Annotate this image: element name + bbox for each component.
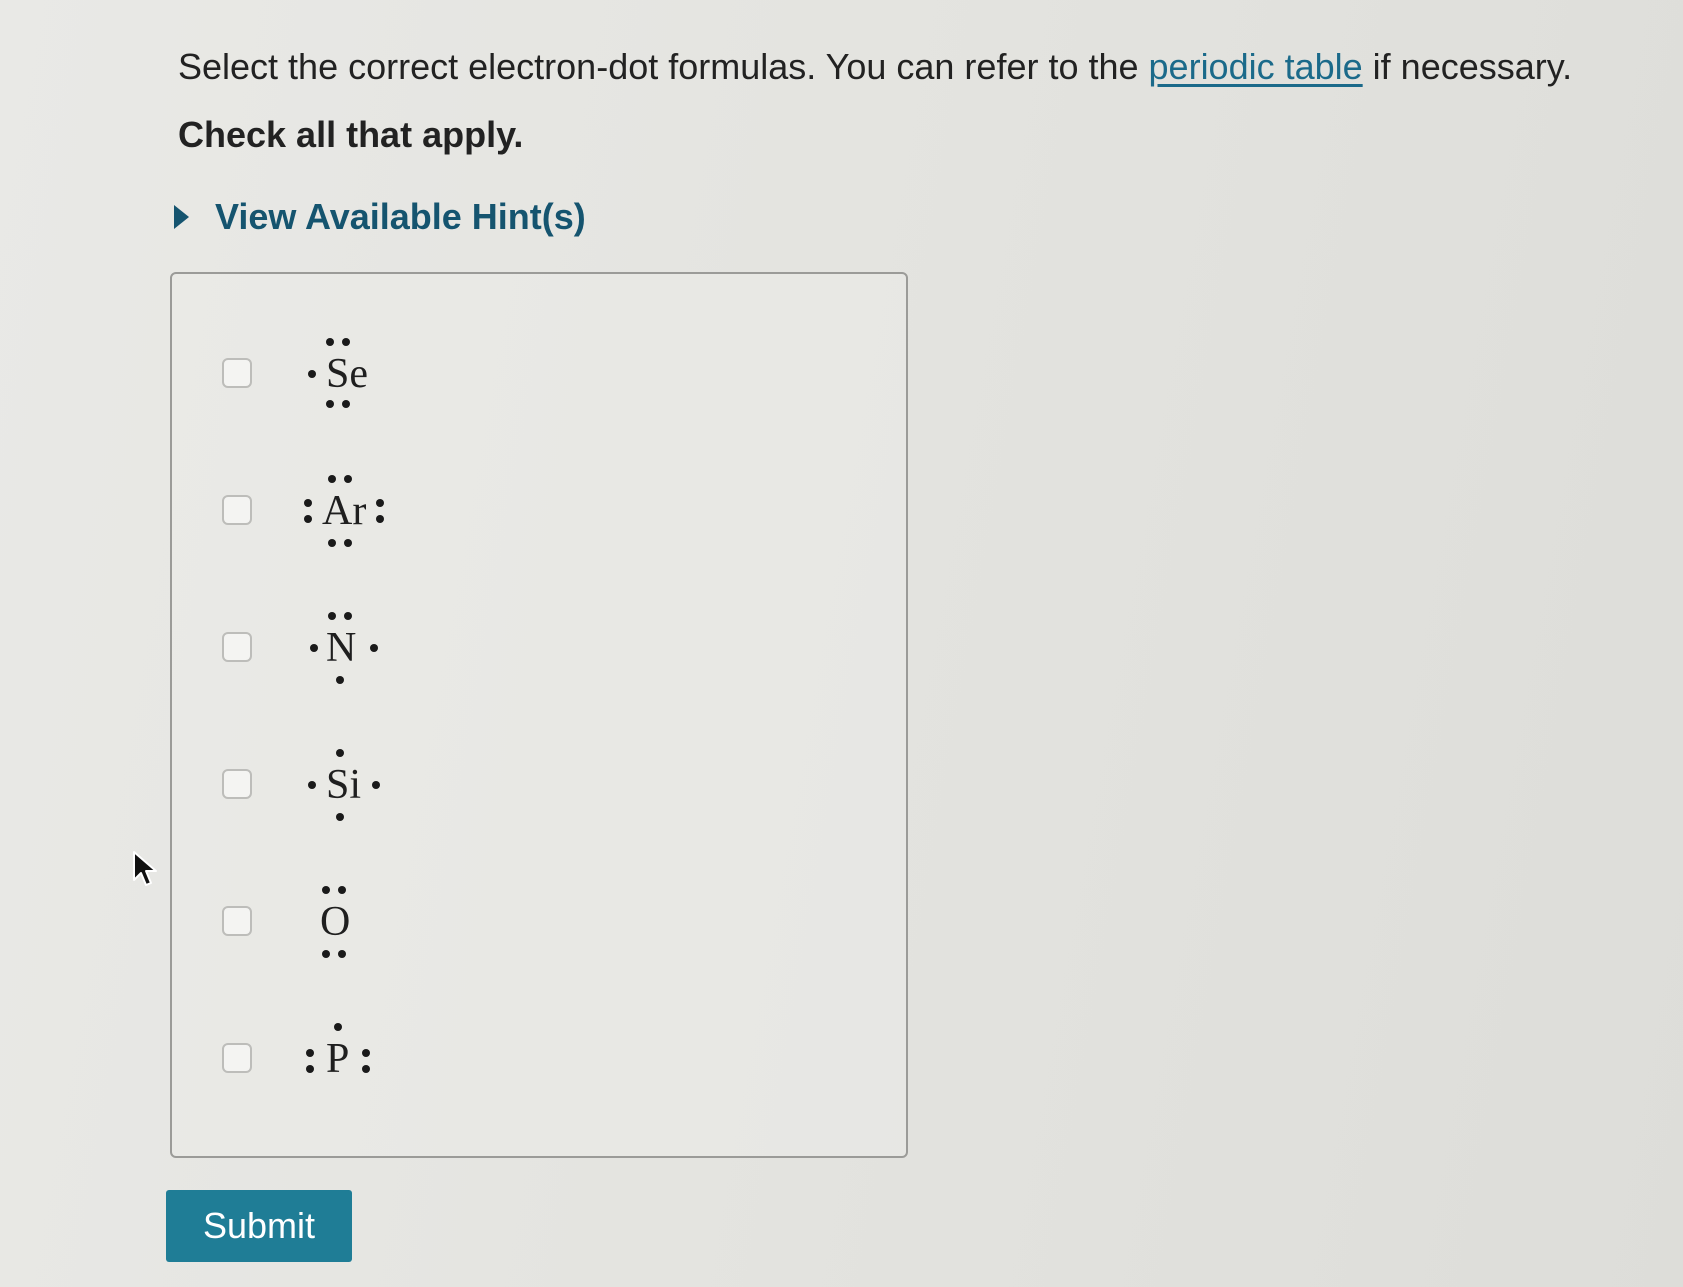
electron-dot: [344, 475, 352, 483]
electron-dot: [342, 400, 350, 408]
electron-dot: [328, 475, 336, 483]
triangle-right-icon: [174, 205, 189, 229]
electron-dot-formula-selenium: Se: [292, 324, 412, 424]
electron-dot: [344, 612, 352, 620]
electron-dot: [326, 338, 334, 346]
electron-dot: [362, 1065, 370, 1073]
electron-dot: [328, 539, 336, 547]
option-silicon[interactable]: Si: [172, 735, 906, 835]
periodic-table-link[interactable]: periodic table: [1149, 46, 1363, 87]
electron-dot: [336, 813, 344, 821]
electron-dot: [372, 781, 380, 789]
electron-dot: [322, 886, 330, 894]
mouse-pointer-icon: [133, 851, 157, 886]
option-phosphorus[interactable]: P: [172, 1009, 906, 1109]
electron-dot-formula-nitrogen: N: [292, 598, 412, 698]
electron-dot: [362, 1049, 370, 1057]
electron-dot: [336, 676, 344, 684]
electron-dot: [376, 515, 384, 523]
electron-dot: [308, 370, 316, 378]
electron-dot: [338, 950, 346, 958]
electron-dot: [304, 515, 312, 523]
view-hints-toggle[interactable]: View Available Hint(s): [174, 196, 586, 238]
electron-dot: [376, 499, 384, 507]
option-argon[interactable]: Ar: [172, 461, 906, 561]
checkbox-selenium[interactable]: [222, 358, 252, 388]
electron-dot: [370, 644, 378, 652]
checkbox-nitrogen[interactable]: [222, 632, 252, 662]
electron-dot: [308, 781, 316, 789]
checkbox-silicon[interactable]: [222, 769, 252, 799]
checkbox-oxygen[interactable]: [222, 906, 252, 936]
option-oxygen[interactable]: O: [172, 872, 906, 972]
option-nitrogen[interactable]: N: [172, 598, 906, 698]
element-symbol: Se: [326, 351, 368, 397]
instruction-text: Check all that apply.: [178, 114, 524, 155]
prompt-text-start: Select the correct electron-dot formulas…: [178, 46, 1149, 87]
electron-dot-formula-silicon: Si: [292, 735, 412, 835]
electron-dot: [304, 499, 312, 507]
submit-button[interactable]: Submit: [166, 1190, 352, 1262]
view-hints-label: View Available Hint(s): [215, 196, 586, 237]
electron-dot: [326, 400, 334, 408]
element-symbol: Ar: [322, 488, 367, 534]
electron-dot-formula-oxygen: O: [292, 872, 412, 972]
electron-dot: [306, 1065, 314, 1073]
option-selenium[interactable]: Se: [172, 324, 906, 424]
electron-dot: [342, 338, 350, 346]
electron-dot-formula-phosphorus: P: [292, 1009, 412, 1109]
electron-dot: [322, 950, 330, 958]
element-symbol: O: [320, 899, 351, 945]
electron-dot: [310, 644, 318, 652]
element-symbol: Si: [326, 762, 362, 808]
electron-dot: [306, 1049, 314, 1057]
electron-dot-formula-argon: Ar: [292, 461, 412, 561]
electron-dot: [338, 886, 346, 894]
electron-dot: [334, 1023, 342, 1031]
question-prompt: Select the correct electron-dot formulas…: [178, 44, 1572, 90]
electron-dot: [344, 539, 352, 547]
prompt-text-end: if necessary.: [1362, 46, 1573, 87]
checkbox-argon[interactable]: [222, 495, 252, 525]
checkbox-phosphorus[interactable]: [222, 1043, 252, 1073]
electron-dot: [328, 612, 336, 620]
element-symbol: N: [326, 625, 357, 671]
electron-dot: [336, 749, 344, 757]
answer-options-box: Se Ar N Si O P: [170, 272, 908, 1158]
element-symbol: P: [326, 1036, 350, 1082]
